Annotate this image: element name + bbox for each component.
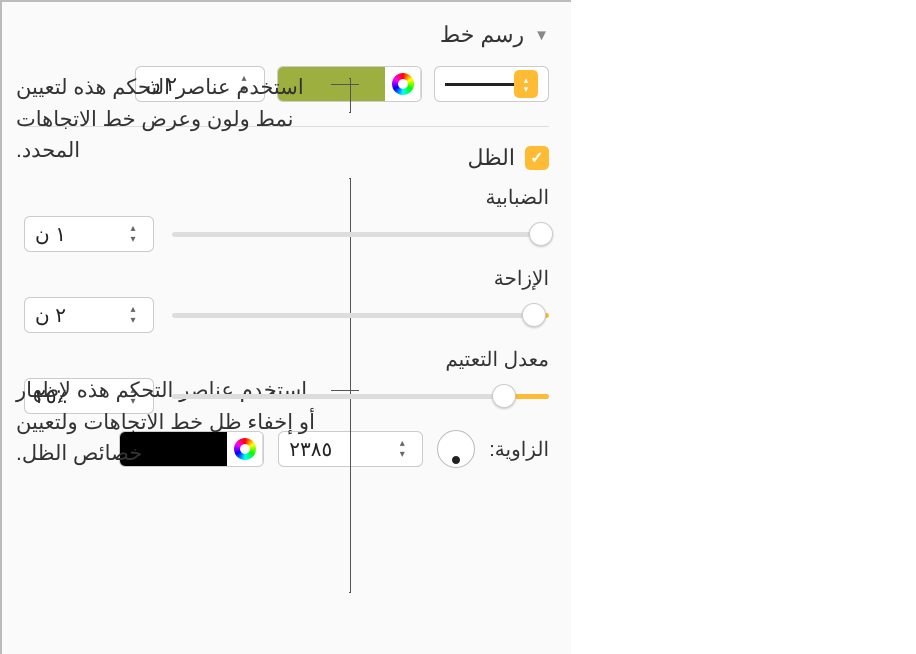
stroke-section-title: رسم خط: [440, 22, 524, 48]
callout-stroke: استخدم عناصر التحكم هذه لتعيين نمط ولون …: [16, 72, 326, 167]
opacity-label: معدل التعتيم: [24, 347, 549, 372]
callout-line: [331, 84, 359, 85]
blur-stepper[interactable]: ▴▾ ١ ن: [24, 216, 154, 252]
color-wheel-icon: [234, 438, 256, 460]
stepper-buttons[interactable]: ▴▾: [392, 439, 412, 459]
blur-value: ١ ن: [35, 222, 123, 247]
offset-stepper[interactable]: ▴▾ ٢ ن: [24, 297, 154, 333]
color-wheel-icon: [392, 73, 414, 95]
stepper-buttons[interactable]: ▴▾: [123, 224, 143, 244]
line-sample-icon: [445, 83, 514, 86]
offset-slider[interactable]: [172, 303, 549, 327]
opacity-slider[interactable]: [172, 384, 549, 408]
shadow-checkbox[interactable]: ✓: [525, 146, 549, 170]
blur-label: الضبابية: [24, 185, 549, 210]
blur-slider[interactable]: [172, 222, 549, 246]
angle-indicator: [452, 456, 460, 464]
dropdown-icon: [514, 70, 538, 98]
stroke-section-header[interactable]: ▼ رسم خط: [24, 14, 549, 56]
angle-dial[interactable]: [437, 430, 475, 468]
shadow-checkbox-label: الظل: [467, 145, 515, 171]
offset-value: ٢ ن: [35, 303, 123, 328]
angle-label: الزاوية:: [489, 437, 549, 462]
stepper-buttons[interactable]: ▴▾: [123, 305, 143, 325]
chevron-down-icon: ▼: [534, 27, 549, 44]
line-style-select[interactable]: [434, 66, 549, 102]
color-picker-button[interactable]: [385, 67, 421, 101]
offset-label: الإزاحة: [24, 266, 549, 291]
